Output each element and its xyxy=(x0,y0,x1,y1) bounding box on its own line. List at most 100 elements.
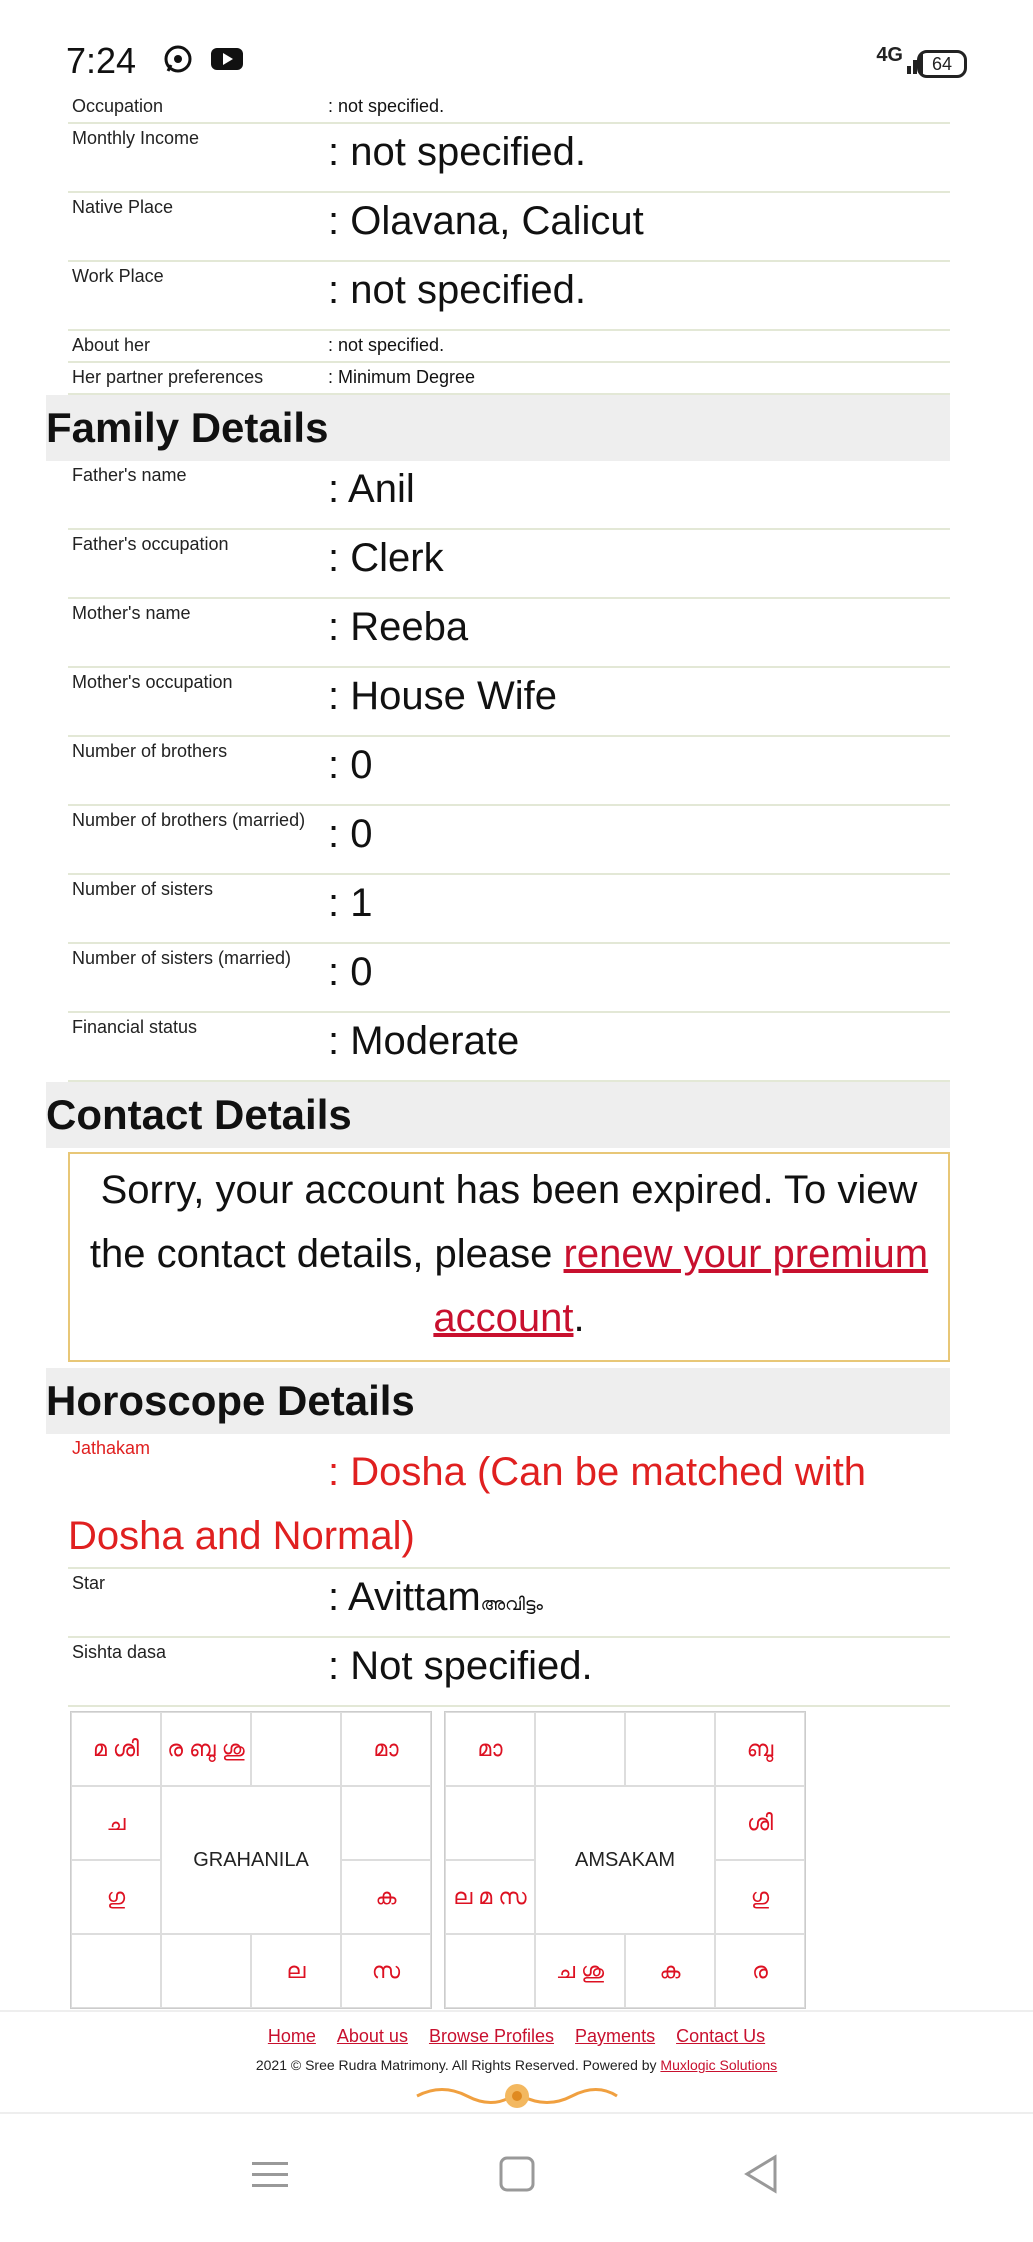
row-value: : not specified. xyxy=(328,96,445,116)
amsakam-label: AMSAKAM xyxy=(535,1786,715,1934)
chart-cell: ക xyxy=(341,1860,431,1934)
row-value: : not specified. xyxy=(328,268,586,312)
detail-row-sisters: Number of sisters : 1 xyxy=(68,875,950,944)
chart-cell: ഗു xyxy=(71,1860,161,1934)
row-value: : 0 xyxy=(328,950,373,994)
menu-icon[interactable] xyxy=(250,2154,290,2194)
row-label: Number of brothers xyxy=(72,741,228,761)
chart-cell: ച xyxy=(71,1786,161,1860)
row-label: Father's name xyxy=(72,465,187,485)
account-expired-notice: Sorry, your account has been expired. To… xyxy=(68,1152,950,1362)
row-label: Occupation xyxy=(72,96,164,116)
detail-row-occupation: Occupation : not specified. xyxy=(68,92,950,124)
detail-row-native-place: Native Place : Olavana, Calicut xyxy=(68,193,950,262)
chart-cell: ര ബു ശു xyxy=(161,1712,251,1786)
star-value-en: : Avittam xyxy=(328,1575,481,1619)
row-value: : Reeba xyxy=(328,605,469,649)
copyright-text: 2021 © Sree Rudra Matrimony. All Rights … xyxy=(255,2057,661,2073)
footer-link-browse-profiles[interactable]: Browse Profiles xyxy=(429,2026,554,2046)
detail-row-work-place: Work Place : not specified. xyxy=(68,262,950,331)
footer-ornament-icon xyxy=(415,2084,618,2108)
row-label: Work Place xyxy=(72,266,164,286)
chart-cell: മാ xyxy=(445,1712,535,1786)
family-details-heading: Family Details xyxy=(46,395,950,461)
site-footer: Home About us Browse Profiles Payments C… xyxy=(0,2010,1033,2116)
row-label: Financial status xyxy=(72,1017,198,1037)
chart-cell: മാ xyxy=(341,1712,431,1786)
detail-row-about-her: About her : not specified. xyxy=(68,331,950,363)
row-value: : not specified. xyxy=(328,335,445,355)
whatsapp-icon xyxy=(164,45,192,73)
row-value: : 0 xyxy=(328,743,373,787)
chart-cell: ക xyxy=(625,1934,715,2008)
chart-cell: ബു xyxy=(715,1712,805,1786)
row-label: Native Place xyxy=(72,197,174,217)
system-navigation-bar xyxy=(0,2112,1033,2242)
footer-link-contact[interactable]: Contact Us xyxy=(676,2026,765,2046)
chart-cell xyxy=(341,1786,431,1860)
chart-cell xyxy=(251,1712,341,1786)
row-label: Number of sisters (married) xyxy=(72,948,292,968)
detail-row-financial-status: Financial status : Moderate xyxy=(68,1013,950,1082)
row-label: Monthly Income xyxy=(72,128,200,148)
detail-row-brothers-married: Number of brothers (married) : 0 xyxy=(68,806,950,875)
row-value: : Anil xyxy=(328,467,415,511)
detail-row-father-name: Father's name : Anil xyxy=(68,461,950,530)
copyright: 2021 © Sree Rudra Matrimony. All Rights … xyxy=(0,2057,1033,2073)
row-value: : Minimum Degree xyxy=(328,367,476,387)
detail-row-star: Star : Avittamഅവിട്ടം xyxy=(68,1569,950,1638)
detail-row-monthly-income: Monthly Income : not specified. xyxy=(68,124,950,193)
detail-row-mother-name: Mother's name : Reeba xyxy=(68,599,950,668)
row-label: About her xyxy=(72,335,151,355)
row-label: Sishta dasa xyxy=(72,1642,167,1662)
footer-link-payments[interactable]: Payments xyxy=(575,2026,655,2046)
horoscope-details-heading: Horoscope Details xyxy=(46,1368,950,1434)
chart-cell: ശി xyxy=(715,1786,805,1860)
status-bar: 7:24 4G 64 xyxy=(0,0,1033,95)
row-label: Mother's occupation xyxy=(72,672,233,692)
chart-cell: മ ശി xyxy=(71,1712,161,1786)
row-value: : 1 xyxy=(328,881,373,925)
grahanila-chart: മ ശി ര ബു ശു മാ ച GRAHANILA ഗു ക ല സ xyxy=(70,1711,432,2009)
chart-cell: ച ശു xyxy=(535,1934,625,2008)
horoscope-charts: മ ശി ര ബു ശു മാ ച GRAHANILA ഗു ക ല സ മാ … xyxy=(70,1711,950,2009)
footer-link-about[interactable]: About us xyxy=(337,2026,408,2046)
chart-cell xyxy=(161,1934,251,2008)
chart-cell: സ xyxy=(341,1934,431,2008)
row-label: Star xyxy=(72,1573,106,1593)
clock: 7:24 xyxy=(66,40,137,81)
detail-row-brothers: Number of brothers : 0 xyxy=(68,737,950,806)
chart-cell: ല മ സ xyxy=(445,1860,535,1934)
row-label: Her partner preferences xyxy=(72,367,264,387)
chart-cell xyxy=(445,1934,535,2008)
row-value: : 0 xyxy=(328,812,373,856)
back-icon[interactable] xyxy=(741,2154,781,2194)
amsakam-chart: മാ ബു AMSAKAM ശി ല മ സ ഗു ച ശു ക ര xyxy=(444,1711,806,2009)
row-label: Father's occupation xyxy=(72,534,229,554)
profile-content: Occupation : not specified. Monthly Inco… xyxy=(46,92,950,2009)
detail-row-father-occupation: Father's occupation : Clerk xyxy=(68,530,950,599)
chart-cell xyxy=(71,1934,161,2008)
row-value: : Avittamഅവിട്ടം xyxy=(328,1569,950,1636)
detail-row-mother-occupation: Mother's occupation : House Wife xyxy=(68,668,950,737)
row-label: Number of sisters xyxy=(72,879,214,899)
row-value: : not specified. xyxy=(328,130,586,174)
chart-cell xyxy=(535,1712,625,1786)
footer-link-home[interactable]: Home xyxy=(268,2026,316,2046)
row-value: : Clerk xyxy=(328,536,444,580)
home-icon[interactable] xyxy=(497,2154,537,2194)
chart-cell: ര xyxy=(715,1934,805,2008)
row-value: : Not specified. xyxy=(328,1644,593,1688)
row-value: : House Wife xyxy=(328,674,557,718)
chart-cell: ല xyxy=(251,1934,341,2008)
powered-by-link[interactable]: Muxlogic Solutions xyxy=(660,2057,777,2073)
detail-row-jathakam: Jathakam : Dosha (Can be matched with Do… xyxy=(68,1434,950,1569)
row-label: Mother's name xyxy=(72,603,191,623)
detail-row-sishta-dasa: Sishta dasa : Not specified. xyxy=(68,1638,950,1707)
contact-details-heading: Contact Details xyxy=(46,1082,950,1148)
row-value: : Moderate xyxy=(328,1019,520,1063)
row-value: : Olavana, Calicut xyxy=(328,199,644,243)
battery-indicator: 64 xyxy=(917,50,967,78)
grahanila-label: GRAHANILA xyxy=(161,1786,341,1934)
detail-row-partner-preferences: Her partner preferences : Minimum Degree xyxy=(68,363,950,395)
